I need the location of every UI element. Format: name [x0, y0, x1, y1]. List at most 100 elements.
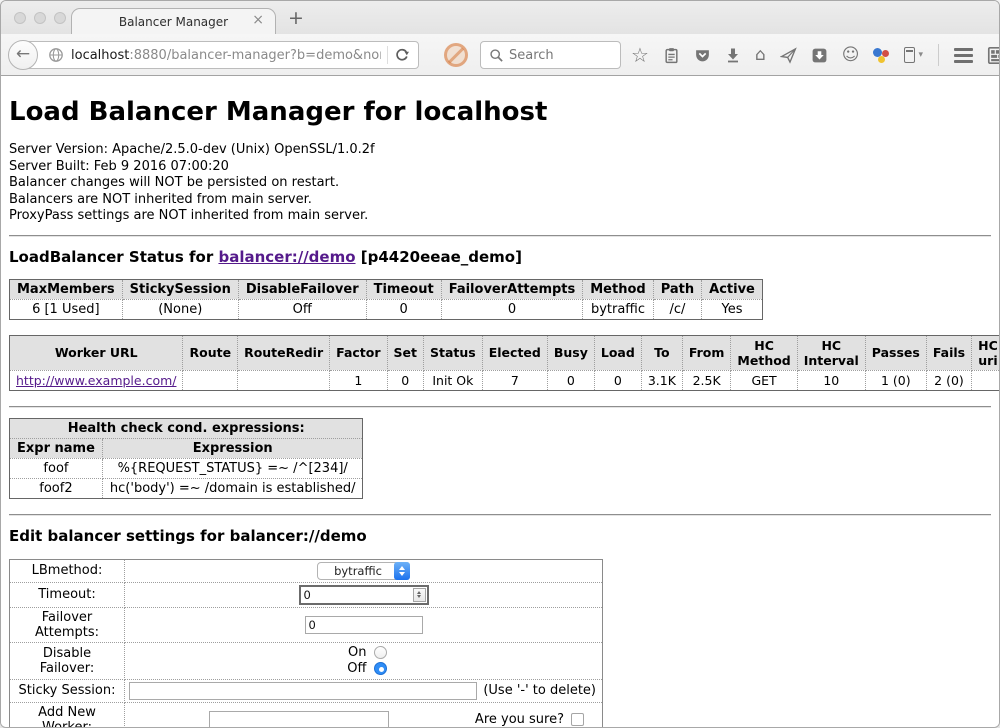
col-stickysession: StickySession	[122, 279, 238, 299]
form-row-disable-failover: Disable Failover: On Off	[10, 642, 603, 679]
content-blocked-icon[interactable]	[444, 43, 468, 67]
select-stepper-icon	[394, 562, 410, 580]
worker-table-header-row: Worker URL Route RouteRedir Factor Set S…	[10, 335, 1000, 370]
val-factor: 1	[330, 370, 387, 390]
val-maxmembers: 6 [1 Used]	[10, 299, 123, 319]
url-path: :8880/balancer-manager?b=demo&nonce=decc…	[129, 48, 381, 63]
container-menu-button[interactable]: ▾	[904, 47, 923, 63]
send-icon[interactable]	[780, 47, 797, 64]
close-tab-icon[interactable]: ×	[252, 13, 264, 27]
window-controls	[14, 12, 66, 24]
hc-row-foof: foof %{REQUEST_STATUS} =~ /^[234]/	[10, 458, 363, 478]
val-hc-uri	[972, 370, 999, 390]
browser-window: Balancer Manager × + ← localhost:8880/ba…	[0, 0, 1000, 728]
col-set: Set	[387, 335, 423, 370]
extension-download-icon[interactable]	[811, 47, 828, 64]
navigation-toolbar: ← localhost:8880/balancer-manager?b=demo…	[1, 34, 999, 76]
disable-failover-label: Disable Failover:	[10, 642, 125, 679]
search-input[interactable]	[509, 48, 620, 63]
tab-balancer-manager[interactable]: Balancer Manager ×	[71, 8, 276, 34]
colors-extension-icon[interactable]	[873, 47, 890, 64]
bookmark-star-icon[interactable]: ☆	[631, 47, 649, 64]
failover-attempts-input[interactable]	[305, 616, 423, 634]
worker-table-row: http://www.example.com/ 1 0 Init Ok 7 0 …	[10, 370, 1000, 390]
pocket-icon[interactable]	[694, 47, 711, 64]
notice-inherit: Balancers are NOT inherited from main se…	[9, 192, 991, 209]
form-row-add-worker: Add New Worker: Are you sure?	[10, 702, 603, 727]
form-row-timeout: Timeout: 0	[10, 582, 603, 607]
col-method: Method	[583, 279, 653, 299]
col-expr-name: Expr name	[10, 438, 103, 458]
dropdown-caret-icon: ▾	[918, 50, 923, 60]
col-hc-uri: HC uri	[972, 335, 999, 370]
url-bar-divider	[387, 46, 388, 64]
timeout-value: 0	[301, 588, 413, 602]
col-busy: Busy	[547, 335, 594, 370]
lbmethod-selected-value: bytraffic	[318, 564, 394, 578]
server-info: Server Version: Apache/2.5.0-dev (Unix) …	[9, 142, 991, 225]
reload-icon[interactable]	[394, 47, 410, 63]
sticky-session-input[interactable]	[129, 682, 477, 700]
add-worker-input[interactable]	[209, 711, 389, 728]
edit-settings-heading: Edit balancer settings for balancer://de…	[9, 527, 991, 545]
sticky-session-hint: (Use '-' to delete)	[483, 683, 598, 698]
back-button[interactable]: ←	[8, 40, 38, 70]
col-load: Load	[594, 335, 641, 370]
home-icon[interactable]: ⌂	[755, 47, 766, 64]
server-built: Server Built: Feb 9 2016 07:00:20	[9, 159, 991, 176]
col-fails: Fails	[926, 335, 971, 370]
disable-failover-off-radio[interactable]	[374, 662, 387, 675]
worker-url-link[interactable]: http://www.example.com/	[16, 373, 176, 388]
url-domain: localhost	[71, 48, 129, 63]
val-elected: 7	[482, 370, 547, 390]
server-version: Server Version: Apache/2.5.0-dev (Unix) …	[9, 142, 991, 159]
notice-persist: Balancer changes will NOT be persisted o…	[9, 175, 991, 192]
col-worker-url: Worker URL	[10, 335, 183, 370]
toolbar-separator	[938, 44, 939, 66]
url-bar[interactable]: localhost:8880/balancer-manager?b=demo&n…	[25, 41, 419, 69]
val-hc-interval: 10	[797, 370, 865, 390]
col-to: To	[641, 335, 682, 370]
screenshot-grid-icon[interactable]	[987, 46, 1000, 65]
form-row-lbmethod: LBmethod: bytraffic	[10, 559, 603, 582]
timeout-label: Timeout:	[10, 582, 125, 607]
number-spinner-icon[interactable]	[413, 588, 426, 602]
balancer-link[interactable]: balancer://demo	[218, 248, 355, 266]
lbmethod-select[interactable]: bytraffic	[317, 562, 410, 580]
separator	[9, 514, 991, 516]
disable-failover-off-option: Off	[129, 661, 598, 677]
reading-list-icon[interactable]	[663, 47, 680, 64]
worker-status-table: Worker URL Route RouteRedir Factor Set S…	[9, 335, 999, 391]
close-window-button[interactable]	[14, 12, 26, 24]
val-method: bytraffic	[583, 299, 653, 319]
col-route: Route	[183, 335, 238, 370]
new-tab-button[interactable]: +	[288, 7, 304, 29]
val-to: 3.1K	[641, 370, 682, 390]
val-status: Init Ok	[424, 370, 483, 390]
tab-title: Balancer Manager	[119, 15, 228, 29]
are-you-sure-checkbox[interactable]	[571, 713, 584, 726]
menu-icon[interactable]	[954, 48, 973, 63]
disable-failover-on-radio[interactable]	[374, 646, 387, 659]
search-bar[interactable]	[480, 41, 621, 69]
val-fails: 2 (0)	[926, 370, 971, 390]
col-hc-method: HC Method	[731, 335, 797, 370]
minimize-window-button[interactable]	[34, 12, 46, 24]
lbmethod-label: LBmethod:	[10, 559, 125, 582]
expr-name: foof2	[10, 478, 103, 498]
expr-value: %{REQUEST_STATUS} =~ /^[234]/	[102, 458, 363, 478]
col-elected: Elected	[482, 335, 547, 370]
zoom-window-button[interactable]	[54, 12, 66, 24]
val-timeout: 0	[366, 299, 441, 319]
off-label: Off	[341, 661, 367, 677]
val-failoverattempts: 0	[441, 299, 583, 319]
search-icon	[489, 48, 504, 63]
timeout-input[interactable]: 0	[299, 585, 429, 605]
add-worker-label: Add New Worker:	[10, 702, 125, 727]
downloads-icon[interactable]	[725, 47, 741, 63]
val-routeredir	[238, 370, 330, 390]
col-hc-interval: HC Interval	[797, 335, 865, 370]
are-you-sure-label: Are you sure?	[475, 712, 564, 727]
feedback-smiley-icon[interactable]: ☺	[842, 47, 860, 64]
expr-value: hc('body') =~ /domain is established/	[102, 478, 363, 498]
